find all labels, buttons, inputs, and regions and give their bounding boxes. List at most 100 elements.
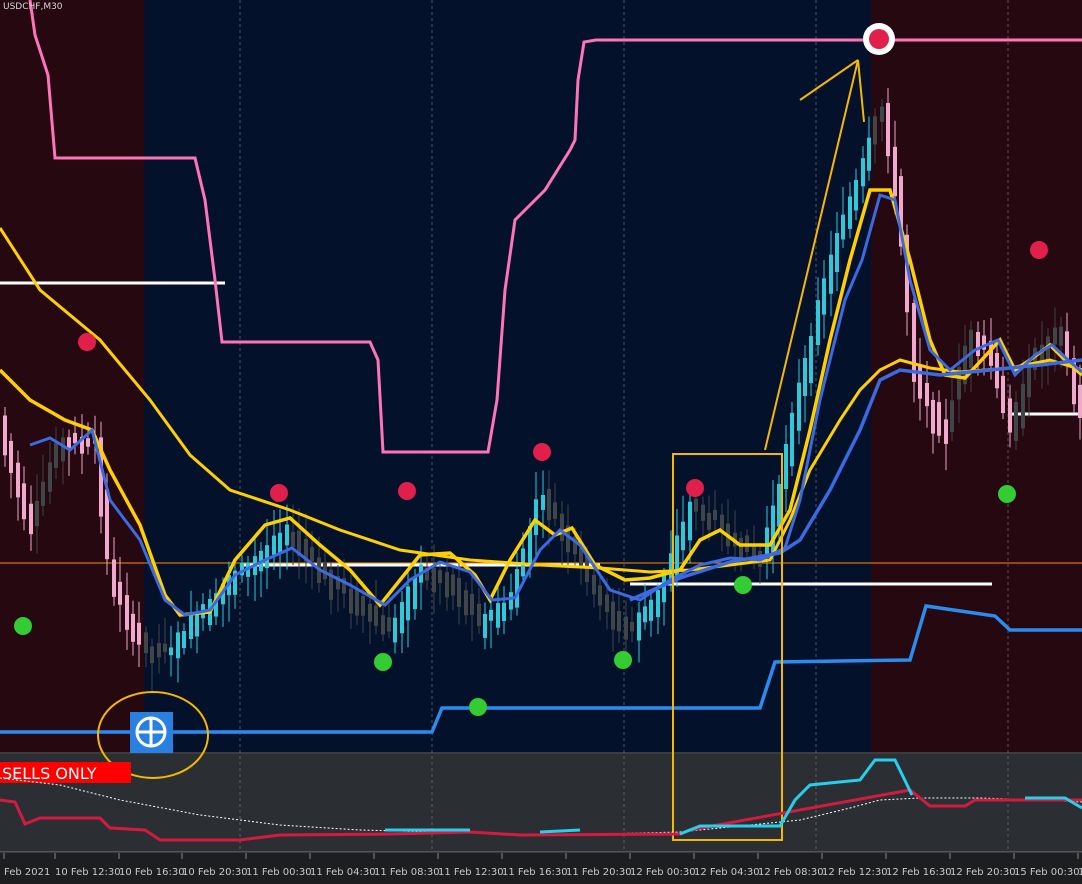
candle-body — [681, 521, 685, 551]
candle-body — [477, 603, 481, 626]
candle-body — [355, 589, 359, 616]
candle-body — [925, 383, 929, 407]
candle-body — [432, 567, 436, 593]
candle-body — [285, 524, 289, 546]
time-tick-label-17: 15 Feb 04:30 — [1078, 867, 1082, 878]
candle-body — [464, 590, 468, 616]
candle-body — [29, 503, 33, 535]
candle-body — [822, 278, 826, 315]
time-tick-label-10: 12 Feb 00:30 — [630, 867, 696, 878]
sell-signal-dot-2 — [398, 482, 416, 500]
candle-body — [797, 382, 801, 431]
sell-signal-dot-0 — [78, 333, 96, 351]
candle-body — [1021, 383, 1025, 429]
candle-body — [9, 440, 13, 473]
time-tick-label-14: 12 Feb 16:30 — [886, 867, 952, 878]
candle-body — [169, 647, 173, 656]
candle-body — [886, 103, 890, 157]
candle-body — [1053, 327, 1057, 345]
candle-body — [790, 412, 794, 467]
candle-body — [112, 559, 116, 597]
candle-body — [445, 572, 449, 598]
candle-body — [867, 137, 871, 171]
buy-signal-dot-1 — [374, 653, 392, 671]
time-tick-label-0: Feb 2021 — [4, 867, 50, 878]
candle-body — [777, 483, 781, 527]
session-bg-bull — [144, 0, 871, 752]
candle-body — [829, 254, 833, 294]
candle-body — [387, 617, 391, 632]
candle-body — [605, 594, 609, 613]
candle-body — [624, 616, 628, 640]
candle-body — [48, 462, 52, 492]
candle-body — [816, 300, 820, 346]
candle-body — [291, 531, 295, 548]
symbol-label: USDCHF,M30 — [3, 2, 63, 12]
candle-body — [16, 462, 20, 498]
candle-body — [637, 612, 641, 641]
candle-body — [918, 363, 922, 399]
candle-body — [547, 488, 551, 521]
candle-body — [189, 615, 193, 640]
time-tick-label-4: 11 Feb 00:30 — [246, 867, 312, 878]
candle-body — [950, 400, 954, 433]
buy-signal-dot-5 — [998, 485, 1016, 503]
candle-body — [451, 574, 455, 596]
candle-body — [944, 419, 948, 444]
buy-signal-dot-2 — [469, 698, 487, 716]
time-tick-label-15: 12 Feb 20:30 — [950, 867, 1016, 878]
time-tick-label-2: 10 Feb 16:30 — [119, 867, 185, 878]
candle-body — [86, 438, 90, 447]
sell-signal-dot-1 — [270, 484, 288, 502]
candle-body — [1014, 402, 1018, 441]
candle-body — [502, 602, 506, 622]
candle-body — [73, 432, 77, 444]
candle-body — [969, 329, 973, 368]
candle-body — [381, 615, 385, 635]
candle-body — [195, 613, 199, 637]
time-tick-label-11: 12 Feb 04:30 — [694, 867, 760, 878]
session-bg-bear-right — [871, 0, 1082, 752]
candle-body — [272, 535, 276, 555]
candle-body — [662, 574, 666, 603]
candle-body — [361, 595, 365, 616]
candle-body — [701, 504, 705, 521]
candle-body — [457, 578, 461, 607]
time-tick-label-16: 15 Feb 00:30 — [1014, 867, 1080, 878]
candle-body — [873, 116, 877, 145]
candle-body — [893, 146, 897, 197]
candle-body — [3, 415, 7, 456]
candle-body — [182, 631, 186, 649]
candle-body — [880, 106, 884, 122]
candle-body — [349, 588, 353, 614]
candle-body — [470, 593, 474, 615]
candle-body — [803, 358, 807, 396]
candle-body — [592, 574, 596, 595]
sell-signal-dot-3 — [533, 443, 551, 461]
candle-body — [265, 545, 269, 569]
candle-body — [649, 599, 653, 621]
candle-body — [784, 443, 788, 490]
candle-body — [694, 498, 698, 512]
candle-body — [310, 547, 314, 562]
session-bg-bear-left — [0, 0, 144, 752]
time-tick-label-8: 11 Feb 16:30 — [502, 867, 568, 878]
candle-body — [656, 590, 660, 618]
candle-body — [1059, 326, 1063, 346]
candle-body — [144, 632, 148, 654]
candle-body — [713, 509, 717, 520]
buy-signal-dot-0 — [14, 617, 32, 635]
candle-body — [553, 502, 557, 519]
candle-body — [931, 399, 935, 434]
time-tick-label-1: 10 Feb 12:30 — [55, 867, 121, 878]
candle-body — [707, 512, 711, 530]
candle-body — [1001, 375, 1005, 413]
sell-signal-dot-4 — [686, 479, 704, 497]
time-tick-label-9: 11 Feb 20:30 — [566, 867, 632, 878]
candle-body — [176, 632, 180, 659]
candle-body — [560, 513, 564, 542]
candle-body — [630, 622, 634, 632]
candle-body — [809, 335, 813, 384]
candle-body — [157, 643, 161, 658]
candle-body — [937, 402, 941, 436]
